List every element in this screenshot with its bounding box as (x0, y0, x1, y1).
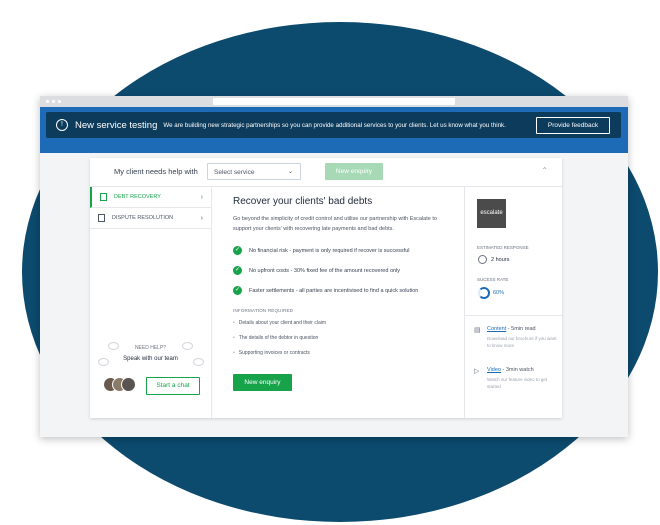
benefit-text: Faster settlements - all parties are inc… (249, 287, 419, 294)
avatar (121, 377, 136, 392)
new-enquiry-button-disabled[interactable]: New enquiry (325, 163, 383, 180)
service-description: Go beyond the simplicity of credit contr… (233, 216, 437, 232)
resource-description: Download our brochure if you want to kno… (487, 336, 557, 348)
service-sidebar: DEBT RECOVERY › DISPUTE RESOLUTION › NEE… (90, 187, 212, 418)
collapse-icon[interactable]: ⌃ (541, 166, 548, 175)
service-panel: My client needs help with Select service… (90, 158, 563, 418)
window-dot-icon[interactable] (46, 100, 49, 103)
service-detail: Recover your clients' bad debts Go beyon… (233, 196, 448, 391)
response-value-text: 2 hours (491, 256, 510, 263)
escalate-logo: escalate (477, 199, 506, 228)
success-value: 60% (478, 287, 504, 299)
banner-title: New service testing (75, 119, 158, 131)
need-help-label: NEED HELP? (134, 345, 167, 351)
info-item: The details of the debtor in question (233, 335, 319, 341)
benefit-text: No upfront costs - 30% fixed fee of the … (249, 267, 401, 274)
play-icon: ▷ (474, 368, 480, 375)
sidebar-item-debt-recovery[interactable]: DEBT RECOVERY › (90, 187, 211, 208)
benefit-text: No financial risk - payment is only requ… (249, 247, 410, 254)
response-value: 2 hours (478, 255, 509, 264)
page-title: Recover your clients' bad debts (233, 196, 373, 207)
speak-with-team-label: Speak with our team (123, 356, 178, 362)
window-dot-icon[interactable] (52, 100, 55, 103)
service-select[interactable]: Select service ⌄ (207, 163, 301, 180)
service-selector-bar: My client needs help with Select service… (90, 158, 562, 187)
success-label: SUCESS RATE (477, 277, 509, 282)
banner-text: We are building new strategic partnershi… (163, 121, 506, 129)
select-value: Select service (214, 169, 255, 176)
document-icon: ▤ (474, 327, 481, 334)
selector-label: My client needs help with (114, 167, 198, 176)
benefit-item: ✓ No financial risk - payment is only re… (233, 246, 409, 255)
window-dot-icon[interactable] (58, 100, 61, 103)
browser-window: ! New service testing We are building ne… (40, 96, 628, 437)
header-bar: ! New service testing We are building ne… (40, 107, 628, 153)
video-link[interactable]: Video (487, 367, 501, 373)
notification-banner: ! New service testing We are building ne… (46, 112, 621, 138)
sidebar-item-label: DISPUTE RESOLUTION (112, 215, 174, 221)
info-icon: ! (56, 119, 68, 131)
new-enquiry-button[interactable]: New enquiry (233, 374, 292, 391)
success-value-text: 60% (493, 290, 505, 296)
sidebar-item-label: DEBT RECOVERY (114, 194, 161, 200)
clock-icon (478, 255, 487, 264)
partner-sidebar: escalate ESTIMATED RESPONSE 2 hours SUCE… (464, 187, 563, 418)
chevron-right-icon: › (200, 214, 203, 222)
benefit-item: ✓ No upfront costs - 30% fixed fee of th… (233, 266, 400, 275)
resource-title: Video - 3min watch (487, 367, 534, 373)
response-label: ESTIMATED RESPONSE (477, 245, 529, 250)
info-item: Supporting invoices or contracts (233, 350, 310, 356)
sidebar-item-dispute-resolution[interactable]: DISPUTE RESOLUTION › (90, 208, 211, 229)
info-required-heading: INFORMATION REQUIRED (233, 308, 294, 313)
provide-feedback-button[interactable]: Provide feedback (536, 117, 610, 134)
start-chat-button[interactable]: Start a chat (146, 377, 200, 395)
document-icon (100, 193, 107, 201)
content-link[interactable]: Content (487, 326, 506, 332)
address-bar[interactable] (213, 98, 455, 105)
check-icon: ✓ (233, 246, 242, 255)
chevron-right-icon: › (200, 193, 203, 201)
resource-description: Watch our feature video to get started (487, 377, 548, 389)
benefit-item: ✓ Faster settlements - all parties are i… (233, 286, 418, 295)
info-item: Details about your client and their clai… (233, 320, 326, 326)
divider (465, 315, 563, 316)
resource-title: Content - 5min read (487, 326, 536, 332)
check-icon: ✓ (233, 266, 242, 275)
progress-ring-icon (478, 287, 490, 299)
browser-chrome (40, 96, 628, 107)
check-icon: ✓ (233, 286, 242, 295)
document-icon (98, 214, 105, 222)
team-avatars (103, 377, 137, 392)
chevron-down-icon: ⌄ (287, 169, 293, 175)
